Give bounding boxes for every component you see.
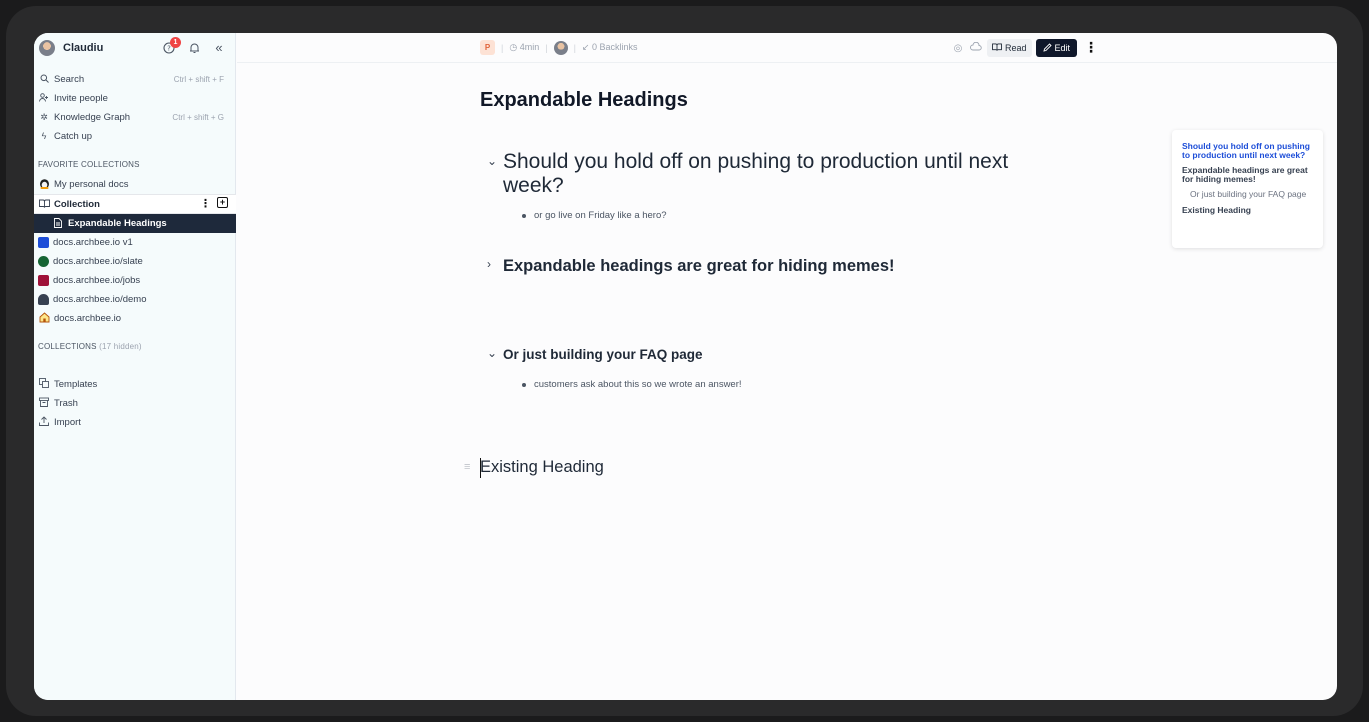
chevron-right-icon[interactable]: › [487, 257, 503, 271]
notification-badge: 1 [170, 37, 181, 48]
sidebar-item-label: docs.archbee.io/slate [53, 255, 143, 267]
collections-heading[interactable]: COLLECTIONS (17 hidden) [38, 342, 142, 351]
graph-label: Knowledge Graph [54, 111, 131, 123]
read-time: ◷ 4min [509, 42, 540, 52]
list-item: or go live on Friday like a hero? [522, 210, 667, 221]
heading-text[interactable]: Should you hold off on pushing to produc… [503, 150, 1063, 198]
chevron-down-icon[interactable]: ⌄ [487, 154, 503, 168]
import-item[interactable]: Import [34, 413, 236, 431]
upload-icon [38, 416, 50, 428]
sidebar-item-personal-docs[interactable]: My personal docs [34, 175, 236, 193]
sidebar-item-label: My personal docs [54, 178, 129, 190]
user-name[interactable]: Claudiu [63, 42, 103, 54]
app-window: Claudiu ? 1 « Search Ctrl + shift + F In… [34, 33, 1337, 700]
briefcase-icon [38, 274, 49, 286]
catch-up-item[interactable]: ϟ Catch up [34, 127, 236, 145]
lightning-icon: ϟ [41, 131, 47, 141]
invite-label: Invite people [54, 92, 108, 104]
check-circle-icon[interactable]: ◎ [951, 43, 965, 54]
page-title: Expandable Headings [480, 89, 688, 111]
trash-icon [38, 397, 50, 409]
toc-item[interactable]: Existing Heading [1182, 205, 1313, 215]
arrow-down-left-icon: ↙ [581, 42, 590, 52]
graph-shortcut: Ctrl + shift + G [172, 112, 224, 122]
search-item[interactable]: Search Ctrl + shift + F [34, 70, 236, 88]
sidebar-item-space[interactable]: docs.archbee.io [34, 309, 236, 327]
trash-item[interactable]: Trash [34, 394, 236, 412]
add-user-icon [38, 92, 50, 104]
view-tools: ◎ Read Edit [951, 39, 1078, 57]
space-chip[interactable]: P [480, 40, 495, 55]
doc-meta: P | ◷ 4min | | ↙ 0 Backlinks [480, 40, 638, 55]
collection-label: Collection [54, 198, 100, 210]
catch-up-label: Catch up [54, 130, 93, 142]
search-shortcut: Ctrl + shift + F [173, 74, 224, 84]
bell-icon[interactable] [187, 41, 201, 55]
penguin-icon [38, 178, 50, 191]
import-label: Import [54, 416, 81, 428]
search-icon [38, 74, 50, 85]
pencil-icon [1042, 42, 1052, 54]
sidebar-item-label: docs.archbee.io [54, 312, 122, 324]
robot-icon [38, 293, 49, 305]
sidebar-item-space[interactable]: docs.archbee.io/jobs [34, 271, 236, 289]
sidebar-item-expandable-headings[interactable]: Expandable Headings [34, 214, 236, 233]
expandable-heading: ⌄ Should you hold off on pushing to prod… [487, 150, 1063, 198]
invite-item[interactable]: Invite people [34, 89, 236, 107]
sidebar-item-space[interactable]: docs.archbee.io/demo [34, 290, 236, 308]
top-bar: P | ◷ 4min | | ↙ 0 Backlinks ◎ Read Edit… [237, 33, 1337, 63]
author-avatar[interactable] [553, 40, 568, 55]
sidebar-item-collection[interactable]: Collection ⋮ + [34, 194, 236, 214]
graph-icon: ✲ [40, 111, 48, 122]
active-doc-label: Expandable Headings [68, 218, 167, 229]
hidden-count: (17 hidden) [99, 342, 142, 351]
house-icon [38, 311, 50, 325]
more-vertical-icon[interactable]: ⋮ [200, 197, 211, 210]
read-button[interactable]: Read [987, 39, 1032, 57]
sidebar-item-space[interactable]: docs.archbee.io v1 [34, 233, 236, 251]
toc-item[interactable]: Expandable headings are great for hiding… [1182, 166, 1313, 183]
toc-item[interactable]: Or just building your FAQ page [1182, 190, 1313, 199]
sidebar-item-label: docs.archbee.io v1 [53, 236, 133, 248]
sidebar-item-space[interactable]: docs.archbee.io/slate [34, 252, 236, 270]
sidebar-header: Claudiu ? 1 « [34, 33, 236, 63]
add-page-icon[interactable]: + [217, 197, 228, 208]
collapse-sidebar-icon[interactable]: « [212, 40, 226, 55]
templates-icon [38, 378, 50, 390]
space-logo-icon [38, 236, 49, 248]
favorites-heading: FAVORITE COLLECTIONS [38, 160, 140, 169]
globe-icon [38, 255, 49, 267]
book-icon [992, 43, 1002, 53]
knowledge-graph-item[interactable]: ✲ Knowledge Graph Ctrl + shift + G [34, 108, 236, 126]
book-icon [38, 199, 50, 210]
backlinks[interactable]: ↙ 0 Backlinks [582, 42, 638, 53]
edit-button[interactable]: Edit [1035, 39, 1078, 57]
heading-text[interactable]: Or just building your FAQ page [503, 346, 703, 364]
chevron-down-icon[interactable]: ⌄ [487, 346, 503, 360]
search-label: Search [54, 73, 85, 85]
heading-text[interactable]: Expandable headings are great for hiding… [503, 256, 895, 276]
templates-item[interactable]: Templates [34, 375, 236, 393]
clock-icon: ◷ [509, 42, 518, 52]
user-avatar[interactable] [39, 40, 55, 56]
existing-heading[interactable]: Existing Heading [480, 458, 604, 477]
expandable-heading: ⌄ Or just building your FAQ page [487, 346, 703, 364]
more-options-icon[interactable]: ⋮ [1084, 39, 1098, 56]
cloud-icon[interactable] [969, 41, 983, 54]
document-icon [52, 217, 64, 230]
sidebar-item-label: docs.archbee.io/demo [53, 293, 147, 305]
templates-label: Templates [54, 378, 98, 390]
table-of-contents: Should you hold off on pushing to produc… [1172, 130, 1323, 248]
drag-handle-icon[interactable]: ≡ [464, 461, 470, 473]
toc-item[interactable]: Should you hold off on pushing to produc… [1182, 142, 1313, 159]
trash-label: Trash [54, 397, 78, 409]
sidebar: Claudiu ? 1 « Search Ctrl + shift + F In… [34, 33, 236, 700]
expandable-heading: › Expandable headings are great for hidi… [487, 256, 895, 276]
list-item: customers ask about this so we wrote an … [522, 379, 742, 390]
sidebar-item-label: docs.archbee.io/jobs [53, 274, 141, 286]
text-cursor [480, 458, 481, 478]
